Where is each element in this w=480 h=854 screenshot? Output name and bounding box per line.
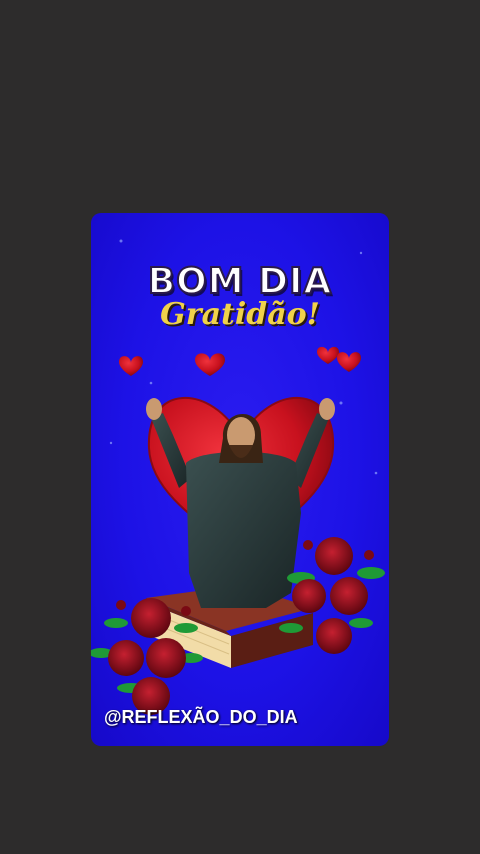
roses-left (91, 598, 203, 715)
author-handle: @REFLEXÃO_DO_DIA (104, 707, 298, 727)
greeting-title: BOM DIA (147, 260, 333, 303)
greeting-card: BOM DIA Gratidão! @REFLEXÃO_DO_DIA (91, 213, 389, 746)
small-hearts (119, 346, 361, 376)
greeting-subtitle: Gratidão! (160, 297, 320, 332)
